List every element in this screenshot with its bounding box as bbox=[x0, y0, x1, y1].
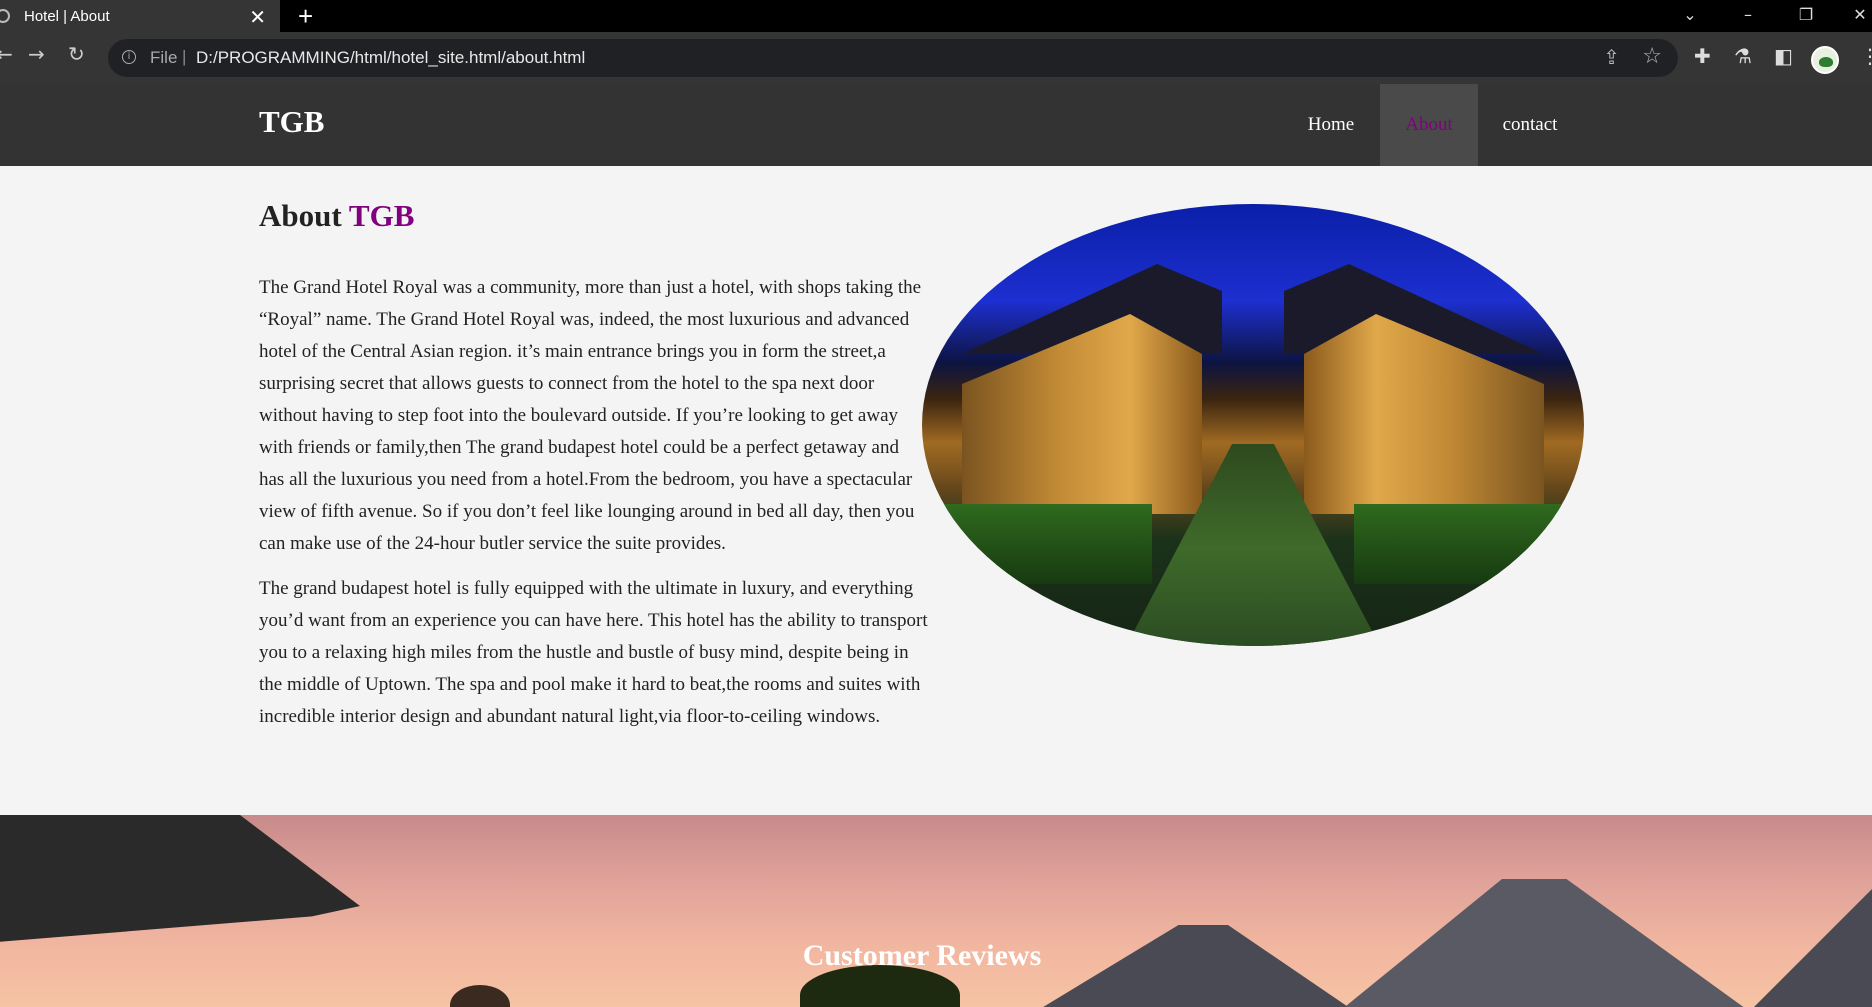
about-paragraph-1: The Grand Hotel Royal was a community, m… bbox=[259, 277, 922, 554]
new-tab-button[interactable]: + bbox=[298, 1, 313, 32]
profile-avatar[interactable] bbox=[1811, 46, 1839, 74]
heading-brand: TGB bbox=[348, 198, 415, 233]
menu-dots-icon[interactable]: ⋮ bbox=[1860, 44, 1872, 68]
tab-close-icon[interactable]: ✕ bbox=[249, 5, 266, 30]
about-paragraph-2: The grand budapest hotel is fully equipp… bbox=[259, 578, 928, 727]
bookmark-star-icon[interactable]: ☆ bbox=[1642, 44, 1662, 69]
side-panel-icon[interactable]: ◧ bbox=[1774, 44, 1793, 68]
restore-icon[interactable]: ❐ bbox=[1782, 0, 1830, 32]
labs-flask-icon[interactable]: ⚗ bbox=[1734, 44, 1752, 68]
reload-icon[interactable]: ↻ bbox=[68, 42, 85, 66]
browser-titlebar: Hotel | About ✕ + ⌄ – ❐ ✕ bbox=[0, 0, 1872, 32]
minimize-icon[interactable]: – bbox=[1724, 0, 1772, 32]
nav-home[interactable]: Home bbox=[1288, 84, 1374, 166]
heading-prefix: About bbox=[259, 198, 342, 233]
hotel-courtyard-image bbox=[922, 204, 1584, 646]
browser-tab[interactable]: Hotel | About ✕ bbox=[0, 0, 280, 32]
close-window-icon[interactable]: ✕ bbox=[1836, 0, 1872, 32]
back-icon[interactable]: ← bbox=[0, 42, 13, 66]
share-icon[interactable]: ⇪ bbox=[1603, 45, 1620, 69]
nav-contact[interactable]: contact bbox=[1486, 84, 1574, 166]
tab-title: Hotel | About bbox=[24, 7, 110, 25]
site-info-icon[interactable]: i bbox=[122, 50, 136, 64]
address-scheme: File bbox=[150, 48, 178, 67]
reviews-title: Customer Reviews bbox=[802, 939, 1042, 972]
site-navbar: TGB Home About contact bbox=[0, 84, 1872, 166]
address-url[interactable]: D:/PROGRAMMING/html/hotel_site.html/abou… bbox=[196, 48, 585, 68]
nav-about[interactable]: About bbox=[1380, 84, 1478, 166]
forward-icon[interactable]: → bbox=[28, 42, 45, 66]
site-logo[interactable]: TGB bbox=[259, 104, 324, 140]
globe-icon bbox=[0, 9, 10, 23]
tab-search-icon[interactable]: ⌄ bbox=[1666, 0, 1714, 32]
address-bar[interactable]: i File | D:/PROGRAMMING/html/hotel_site.… bbox=[108, 39, 1678, 77]
address-separator: | bbox=[182, 47, 187, 66]
about-heading: About TGB bbox=[259, 198, 414, 234]
browser-toolbar: ← → ↻ i File | D:/PROGRAMMING/html/hotel… bbox=[0, 32, 1872, 84]
extensions-icon[interactable]: ✚ bbox=[1694, 44, 1711, 68]
reviews-section: Customer Reviews bbox=[0, 815, 1872, 1007]
